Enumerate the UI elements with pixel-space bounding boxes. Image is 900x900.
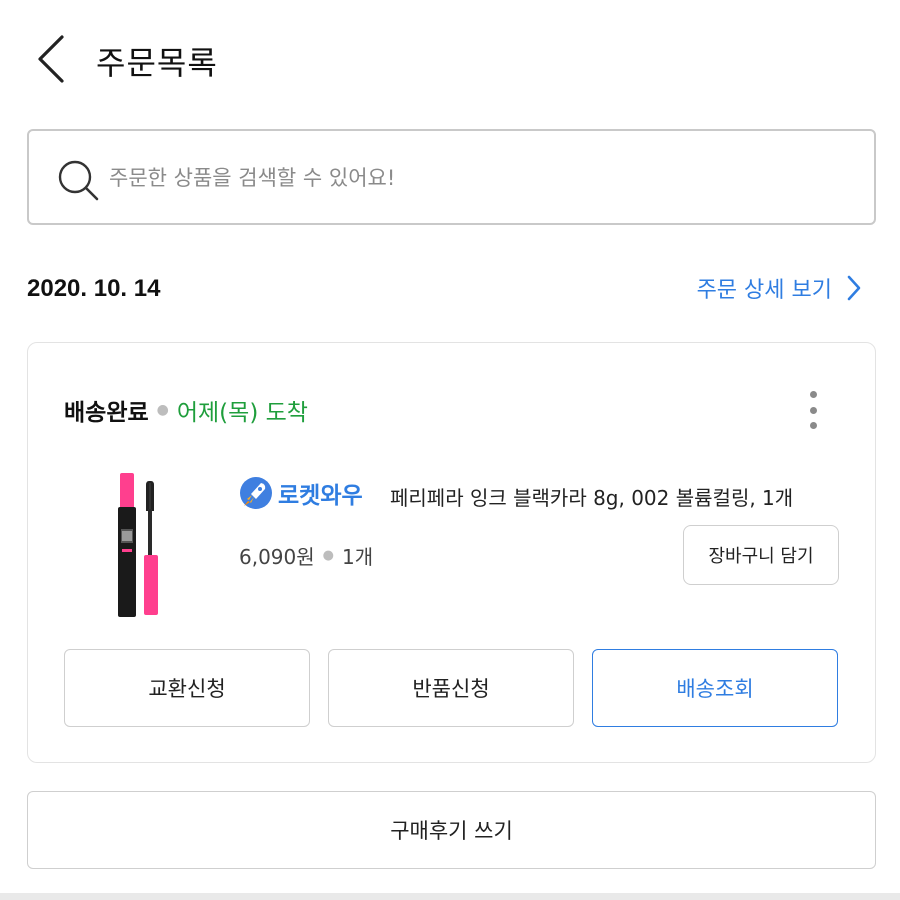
header: 주문목록 xyxy=(0,0,900,120)
more-vertical-icon xyxy=(809,391,817,398)
rocket-wow-label: 로켓와우 xyxy=(278,483,363,509)
separator-dot: ● xyxy=(322,548,334,563)
back-button[interactable] xyxy=(30,34,70,84)
arrival-info: 어제(목) 도착 xyxy=(176,400,308,426)
return-request-button[interactable]: 반품신청 xyxy=(328,649,574,727)
order-detail-link[interactable]: 주문 상세 보기 xyxy=(697,272,862,304)
bottom-divider xyxy=(0,893,900,900)
search-input[interactable] xyxy=(109,155,849,201)
track-delivery-button[interactable]: 배송조회 xyxy=(592,649,838,727)
search-icon xyxy=(58,160,99,201)
separator-dot: ● xyxy=(156,402,169,418)
order-date: 2020. 10. 14 xyxy=(27,275,161,302)
order-card: 배송완료 ● 어제(목) 도착 로켓와우 페리페라 잉크 블랙카라 8g, 00… xyxy=(27,342,876,763)
order-detail-label: 주문 상세 보기 xyxy=(696,278,832,303)
chevron-right-icon xyxy=(847,275,861,301)
add-to-cart-button[interactable]: 장바구니 담기 xyxy=(683,525,839,585)
write-review-button[interactable]: 구매후기 쓰기 xyxy=(27,791,876,869)
exchange-request-button[interactable]: 교환신청 xyxy=(64,649,310,727)
product-price: 6,090원 xyxy=(239,545,315,569)
chevron-left-icon xyxy=(38,35,64,83)
product-quantity: 1개 xyxy=(342,545,374,569)
more-options-button[interactable] xyxy=(807,391,819,429)
rocket-icon xyxy=(240,477,272,509)
product-name[interactable]: 페리페라 잉크 블랙카라 8g, 002 볼륨컬링, 1개 xyxy=(390,482,793,511)
product-thumbnail[interactable] xyxy=(110,473,170,618)
price-row: 6,090원 ● 1개 xyxy=(239,541,373,570)
rocket-wow-badge: 로켓와우 xyxy=(238,475,363,511)
search-bar[interactable] xyxy=(27,129,876,225)
delivery-status-row: 배송완료 ● 어제(목) 도착 xyxy=(64,393,308,427)
page-title: 주문목록 xyxy=(96,44,218,82)
delivery-status: 배송완료 xyxy=(64,400,149,426)
